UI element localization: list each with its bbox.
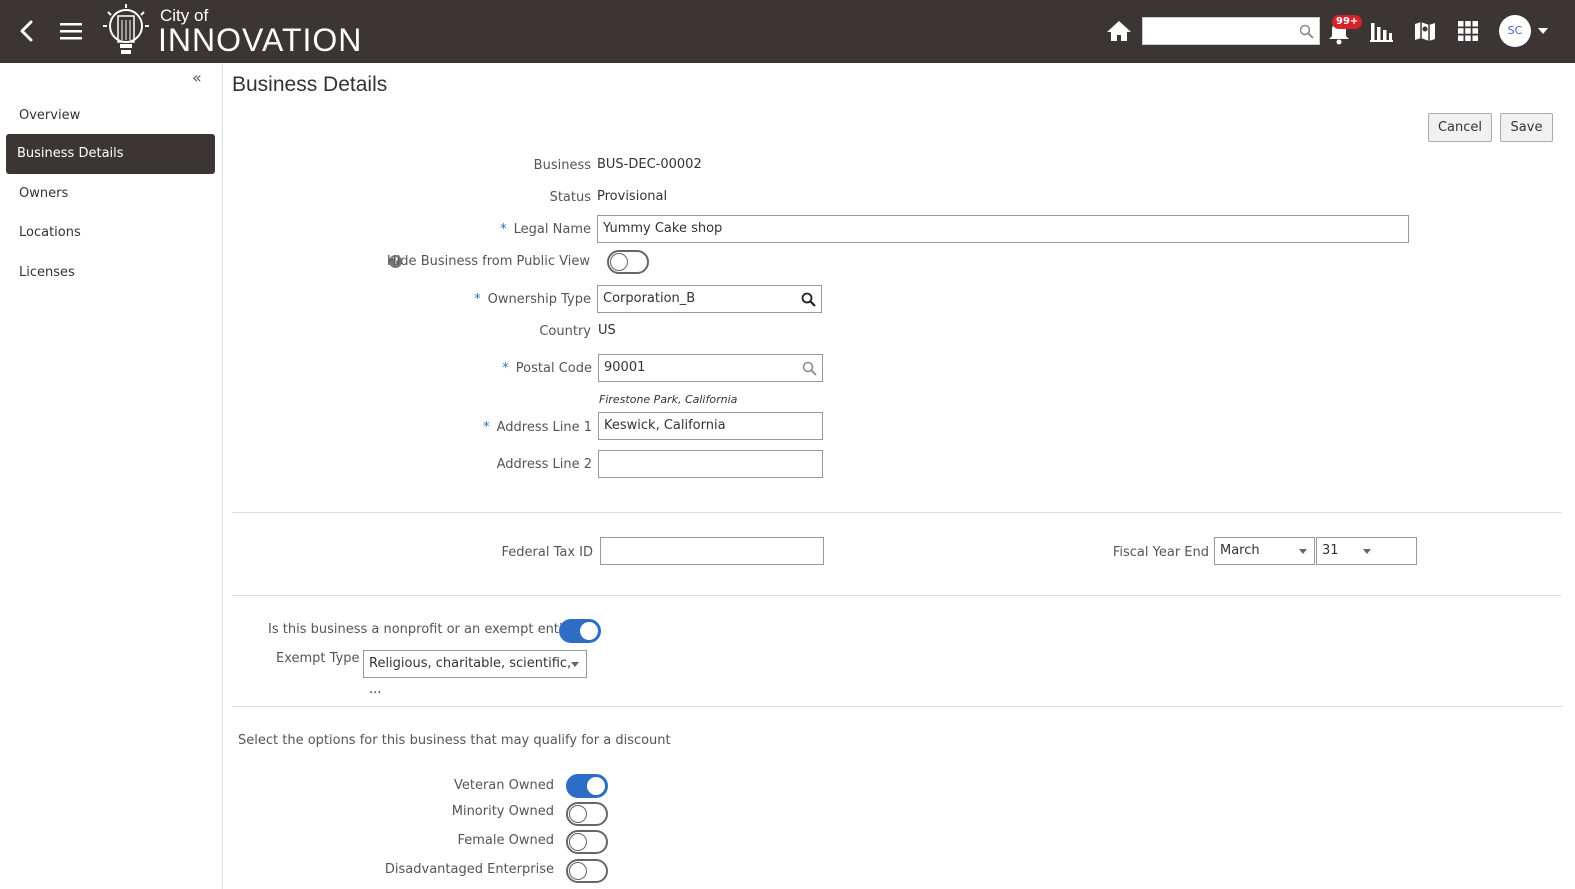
exempt-type-label: Exempt Type: [276, 651, 360, 666]
status-label: Status: [549, 190, 591, 205]
fiscal-month-value: March: [1220, 543, 1260, 558]
federal-tax-id-field[interactable]: [600, 537, 824, 565]
chevron-down-icon[interactable]: [1363, 549, 1371, 554]
minority-owned-toggle[interactable]: [566, 802, 608, 826]
address-line-1-value: Keswick, California: [604, 418, 726, 433]
toggle-knob: [587, 777, 605, 795]
toggle-knob: [569, 862, 587, 880]
apps-grid-icon[interactable]: [1458, 21, 1478, 41]
nonprofit-toggle[interactable]: [559, 619, 601, 643]
postal-code-value: 90001: [604, 360, 646, 375]
search-icon[interactable]: [801, 292, 816, 307]
sidebar: « Overview Business Details Owners Locat…: [0, 63, 223, 889]
fiscal-month-select[interactable]: March: [1214, 537, 1315, 565]
legal-name-label: * Legal Name: [500, 222, 591, 237]
disadvantaged-enterprise-label: Disadvantaged Enterprise: [384, 862, 554, 877]
sidebar-item-business-details[interactable]: Business Details: [6, 134, 215, 174]
hamburger-menu-icon[interactable]: [58, 20, 84, 42]
global-search-input[interactable]: [1143, 18, 1293, 44]
exempt-type-value: Religious, charitable, scientific, ...: [369, 656, 572, 697]
sidebar-item-overview[interactable]: Overview: [6, 96, 215, 136]
home-icon[interactable]: [1106, 19, 1132, 43]
status-value: Provisional: [597, 189, 668, 204]
fiscal-day-select[interactable]: 31: [1316, 537, 1417, 565]
toggle-knob: [569, 833, 587, 851]
chevron-down-icon[interactable]: [1299, 549, 1307, 554]
federal-tax-id-label: Federal Tax ID: [501, 545, 594, 560]
ownership-type-value: Corporation_B: [603, 291, 696, 306]
ownership-type-label: * Ownership Type: [474, 292, 591, 307]
address-line-2-field[interactable]: [598, 450, 823, 478]
global-search[interactable]: [1142, 17, 1320, 45]
legal-name-value: Yummy Cake shop: [603, 221, 723, 236]
page-title: Business Details: [232, 73, 388, 96]
cancel-button[interactable]: Cancel: [1428, 113, 1492, 142]
country-label: Country: [539, 324, 591, 339]
sidebar-item-licenses[interactable]: Licenses: [6, 253, 215, 293]
address-line-1-label: * Address Line 1: [483, 420, 592, 435]
logo-text-big: INNOVATION: [158, 22, 363, 58]
postal-code-field[interactable]: 90001: [598, 354, 823, 382]
toggle-knob: [610, 253, 628, 271]
required-indicator: *: [483, 420, 490, 435]
bar-chart-icon[interactable]: [1369, 19, 1393, 43]
search-icon[interactable]: [1299, 24, 1314, 39]
chevron-down-icon[interactable]: [571, 662, 579, 667]
legal-name-label-text: Legal Name: [513, 222, 591, 237]
postal-code-label-text: Postal Code: [515, 361, 592, 376]
disadvantaged-enterprise-toggle[interactable]: [566, 859, 608, 883]
postal-code-hint: Firestone Park, California: [599, 393, 738, 406]
country-value: US: [598, 323, 616, 338]
hide-business-label: Hide Business from Public View: [386, 254, 590, 269]
ownership-type-field[interactable]: Corporation_B: [597, 285, 822, 313]
toggle-knob: [580, 622, 598, 640]
required-indicator: *: [502, 361, 509, 376]
nonprofit-label: Is this business a nonprofit or an exemp…: [268, 622, 583, 637]
required-indicator: *: [474, 292, 481, 307]
female-owned-label: Female Owned: [457, 833, 555, 848]
business-value: BUS-DEC-00002: [597, 157, 702, 172]
lightbulb-logo-icon: [103, 4, 149, 54]
discount-intro-text: Select the options for this business tha…: [238, 733, 671, 748]
veteran-owned-toggle[interactable]: [566, 774, 608, 798]
legal-name-field[interactable]: Yummy Cake shop: [597, 215, 1409, 243]
exempt-type-select[interactable]: Religious, charitable, scientific, ...: [363, 650, 587, 697]
address-line-1-label-text: Address Line 1: [496, 420, 592, 435]
address-line-1-field[interactable]: Keswick, California: [598, 412, 823, 440]
city-logo[interactable]: City of INNOVATION: [98, 0, 408, 63]
sidebar-item-owners[interactable]: Owners: [6, 174, 215, 214]
section-divider: [232, 706, 1562, 707]
save-button[interactable]: Save: [1500, 113, 1553, 142]
postal-code-label: * Postal Code: [502, 361, 592, 376]
fiscal-year-end-label: Fiscal Year End: [1112, 545, 1209, 560]
user-avatar[interactable]: SC: [1499, 15, 1531, 47]
user-menu-caret-icon[interactable]: [1538, 28, 1548, 34]
section-divider: [232, 595, 1562, 596]
required-indicator: *: [500, 222, 507, 237]
minority-owned-label: Minority Owned: [451, 804, 554, 819]
hide-business-toggle[interactable]: [607, 250, 649, 274]
collapse-sidebar-icon[interactable]: «: [192, 70, 208, 86]
business-label: Business: [533, 158, 591, 173]
notifications-badge: 99+: [1332, 15, 1363, 29]
veteran-owned-label: Veteran Owned: [453, 778, 554, 793]
app-header: City of INNOVATION 99+ SC: [0, 0, 1575, 63]
search-icon[interactable]: [802, 361, 817, 376]
address-line-2-label: Address Line 2: [496, 457, 592, 472]
toggle-knob: [569, 805, 587, 823]
sidebar-item-locations[interactable]: Locations: [6, 213, 215, 253]
back-arrow-icon[interactable]: [14, 18, 40, 44]
female-owned-toggle[interactable]: [566, 830, 608, 854]
ownership-type-label-text: Ownership Type: [487, 292, 591, 307]
section-divider: [232, 512, 1562, 513]
fiscal-day-value: 31: [1322, 543, 1339, 558]
map-icon[interactable]: [1413, 19, 1437, 43]
